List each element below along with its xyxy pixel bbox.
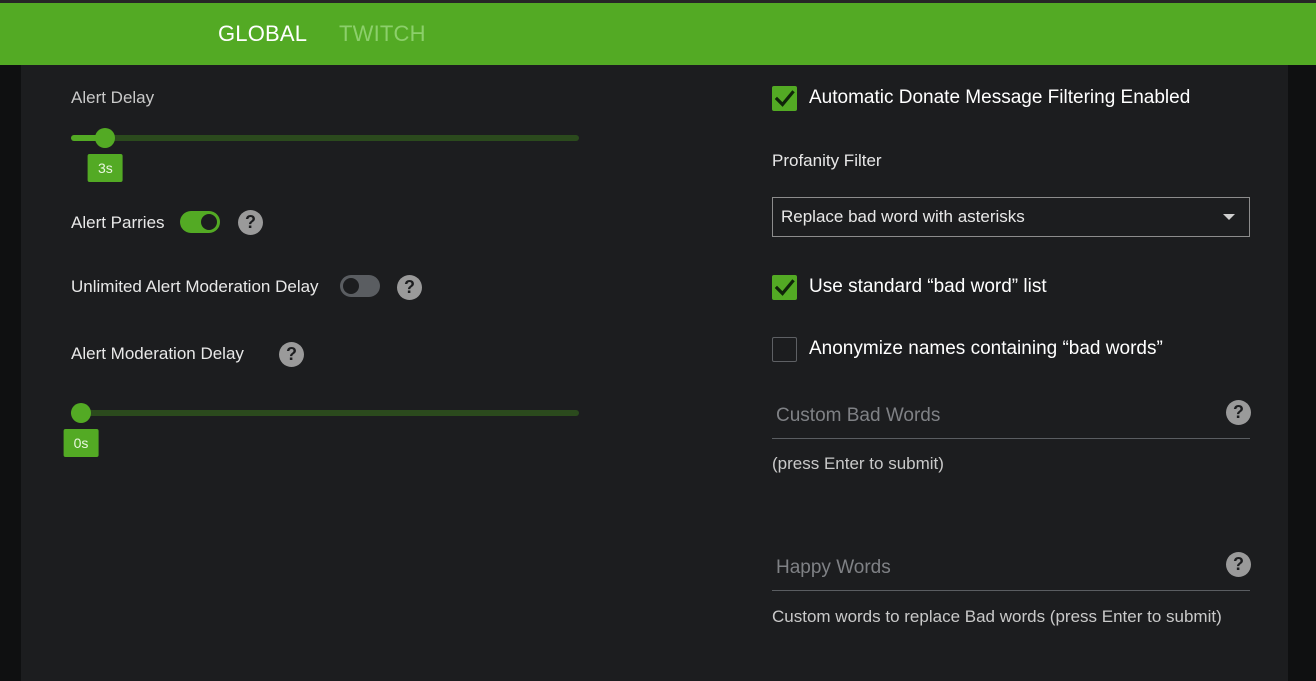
caret-down-icon: [1223, 214, 1235, 220]
help-circle-icon[interactable]: ?: [279, 342, 304, 367]
anonymize-checkbox[interactable]: [772, 337, 797, 362]
custom-bad-words-field: ?: [772, 394, 1251, 439]
auto-filter-checkbox[interactable]: [772, 86, 797, 111]
settings-panel: Alert Delay 3s Alert Parries ? Unlimited…: [21, 65, 1288, 681]
alert-delay-slider[interactable]: [71, 128, 579, 148]
help-circle-icon[interactable]: ?: [238, 210, 263, 235]
unlimited-moderation-delay-toggle[interactable]: [340, 275, 380, 297]
alert-parries-label: Alert Parries: [71, 213, 165, 232]
tab-twitch[interactable]: TWITCH: [339, 21, 426, 47]
tab-global[interactable]: GLOBAL: [218, 21, 307, 47]
help-circle-icon[interactable]: ?: [1226, 552, 1251, 577]
profanity-filter-selected: Replace bad word with asterisks: [781, 207, 1025, 226]
anonymize-label: Anonymize names containing “bad words”: [809, 338, 1163, 359]
standard-list-label: Use standard “bad word” list: [809, 276, 1047, 297]
happy-words-field: ?: [772, 546, 1251, 591]
checkmark-icon: [774, 279, 795, 296]
alert-parries-toggle[interactable]: [180, 211, 220, 233]
help-circle-icon[interactable]: ?: [1226, 400, 1251, 425]
profanity-filter-select[interactable]: Replace bad word with asterisks: [772, 197, 1250, 237]
toggle-knob: [343, 278, 359, 294]
unlimited-moderation-delay-label: Unlimited Alert Moderation Delay: [71, 277, 319, 296]
happy-words-hint: Custom words to replace Bad words (press…: [772, 607, 1222, 626]
custom-bad-words-input[interactable]: [774, 400, 1218, 432]
alert-delay-label: Alert Delay: [71, 88, 155, 107]
checkmark-icon: [774, 90, 795, 107]
profanity-filter-label: Profanity Filter: [772, 151, 882, 170]
alert-delay-value-badge: 3s: [87, 154, 123, 182]
alert-moderation-delay-value-badge: 0s: [63, 429, 99, 457]
toggle-knob: [201, 214, 217, 230]
happy-words-input[interactable]: [774, 552, 1218, 584]
top-nav-bar: GLOBAL TWITCH: [0, 0, 1316, 65]
help-circle-icon[interactable]: ?: [397, 275, 422, 300]
auto-filter-label: Automatic Donate Message Filtering Enabl…: [809, 87, 1191, 108]
alert-moderation-delay-label: Alert Moderation Delay: [71, 344, 244, 363]
standard-list-checkbox[interactable]: [772, 275, 797, 300]
alert-delay-slider-handle[interactable]: [95, 128, 116, 148]
alert-moderation-delay-slider-handle[interactable]: [71, 403, 91, 423]
custom-bad-words-hint: (press Enter to submit): [772, 454, 944, 473]
alert-moderation-delay-slider[interactable]: [71, 403, 579, 423]
